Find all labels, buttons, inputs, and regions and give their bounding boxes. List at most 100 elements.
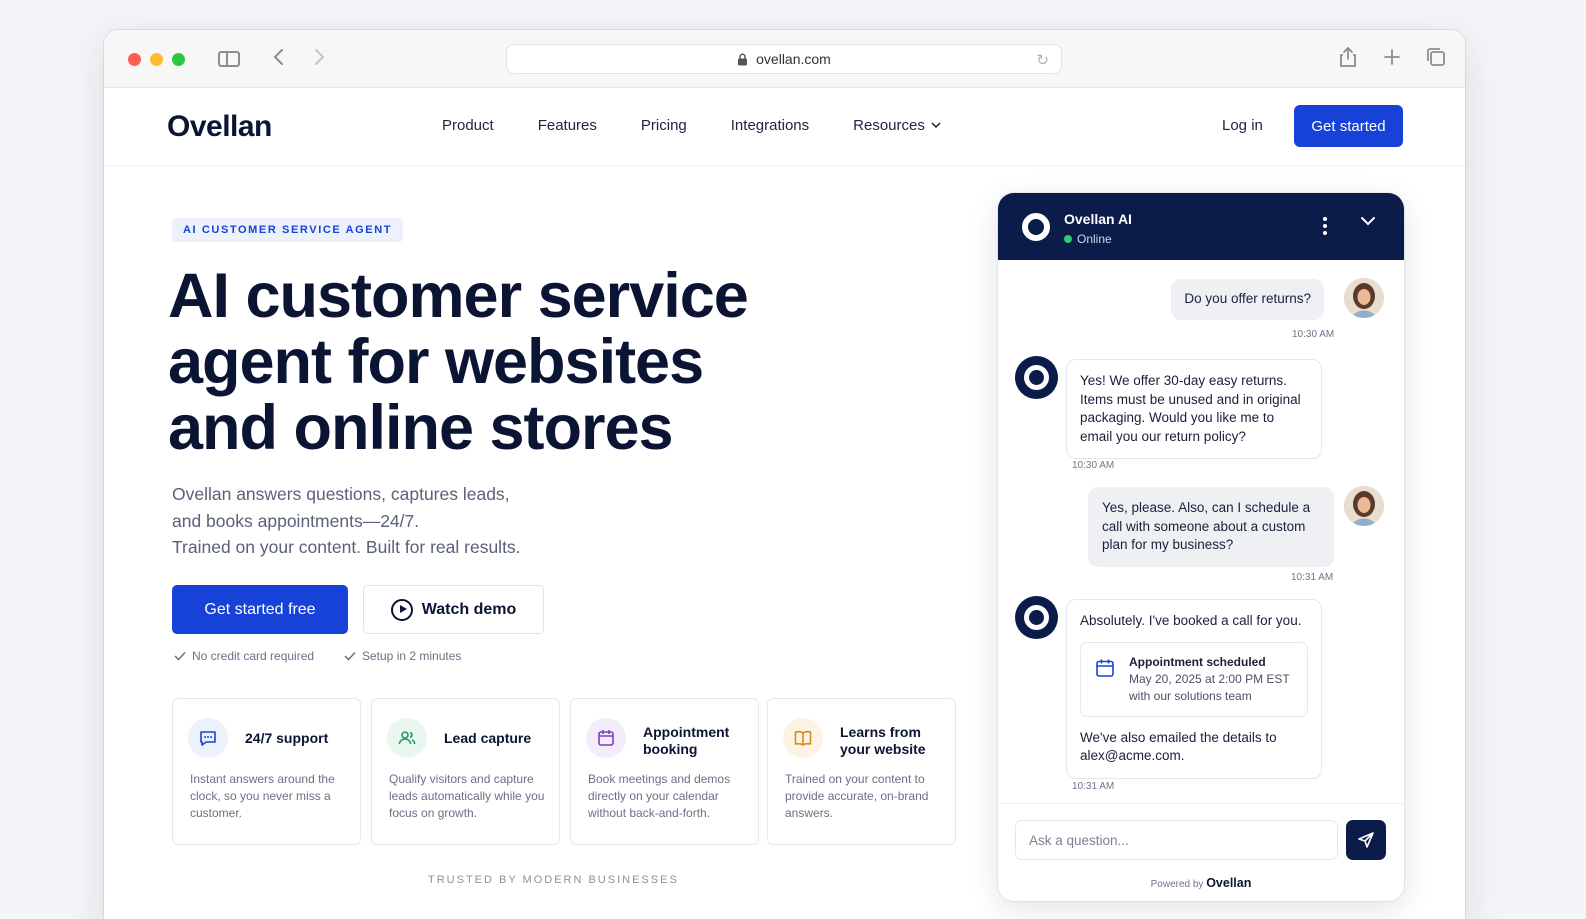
headline-line: agent for websites (168, 327, 704, 397)
message-timestamp: 10:31 AM (1291, 572, 1334, 583)
check-icon (344, 651, 356, 661)
get-started-button[interactable]: Get started (1294, 105, 1403, 147)
user-message: Yes, please. Also, can I schedule a call… (1088, 487, 1334, 567)
nav-label: Product (442, 117, 494, 134)
browser-toolbar: ovellan.com ↻ (104, 30, 1465, 88)
window-controls (128, 53, 185, 66)
maximize-window-button[interactable] (172, 53, 185, 66)
chat-bot-name: Ovellan AI (1064, 211, 1132, 227)
user-message: Do you offer returns? (1171, 279, 1324, 320)
calendar-icon (586, 718, 626, 758)
watch-demo-label: Watch demo (421, 600, 517, 618)
feature-description: Instant answers around the clock, so you… (190, 772, 335, 820)
chevron-down-icon[interactable] (1360, 215, 1376, 227)
close-window-button[interactable] (128, 53, 141, 66)
bot-followup-text: We've also emailed the details to alex@a… (1080, 729, 1277, 764)
online-indicator (1064, 235, 1072, 243)
message-timestamp: 10:31 AM (1072, 781, 1115, 792)
user-avatar (1344, 486, 1384, 526)
watch-demo-button[interactable]: Watch demo (363, 585, 544, 634)
back-icon[interactable] (272, 47, 286, 71)
feature-card-lead-capture: Lead capture Qualify visitors and captur… (371, 698, 560, 845)
forward-icon[interactable] (312, 47, 326, 71)
feature-title: Appointment booking (643, 724, 730, 757)
chat-composer: Powered by Ovellan (998, 803, 1404, 901)
share-icon[interactable] (1337, 46, 1359, 68)
feature-card-appointment: Appointment booking Book meetings and de… (570, 698, 759, 845)
feature-title: 24/7 support (245, 730, 329, 746)
nav-features[interactable]: Features (538, 117, 597, 134)
bot-message: Absolutely. I've booked a call for you. … (1066, 599, 1322, 779)
feature-description: Trained on your content to provide accur… (785, 772, 929, 820)
send-button[interactable] (1346, 820, 1386, 860)
nav-label: Integrations (730, 117, 810, 134)
nav-pricing[interactable]: Pricing (641, 117, 687, 134)
play-icon (390, 598, 413, 621)
powered-by-brand[interactable]: Ovellan (1206, 876, 1251, 890)
sidebar-icon[interactable] (218, 51, 240, 67)
subtext-line: Trained on your content. Built for real … (172, 537, 521, 557)
nav-label: Resources (853, 117, 925, 134)
chat-icon (188, 718, 228, 758)
get-started-free-button[interactable]: Get started free (172, 585, 348, 634)
headline-line: AI customer service (168, 261, 749, 331)
browser-window: ovellan.com ↻ Ovellan Product Features P… (104, 30, 1465, 919)
reassurance-text: Setup in 2 minutes (362, 649, 462, 663)
appointment-card[interactable]: Appointment scheduled May 20, 2025 at 2:… (1080, 641, 1308, 717)
feature-description: Book meetings and demos directly on your… (588, 772, 731, 820)
nav-label: Features (537, 117, 597, 134)
users-icon (387, 718, 427, 758)
browser-actions (1337, 46, 1447, 68)
feature-description: Qualify visitors and capture leads autom… (389, 772, 545, 820)
trusted-by-heading: TRUSTED BY MODERN BUSINESSES (428, 874, 679, 886)
powered-by-text: Powered by (1150, 879, 1204, 890)
feature-title: Lead capture (444, 730, 532, 746)
no-credit-card-note: No credit card required (174, 649, 314, 663)
hero-badge: AI CUSTOMER SERVICE AGENT (172, 218, 404, 242)
appointment-title: Appointment scheduled (1129, 654, 1266, 669)
nav-resources[interactable]: Resources (853, 117, 941, 134)
chat-widget: Ovellan AI Online Do you offer returns? … (998, 193, 1404, 901)
status-text: Online (1077, 232, 1112, 246)
nav-label: Pricing (640, 117, 687, 134)
feature-card-learns: Learns from your website Trained on your… (767, 698, 956, 845)
bot-avatar (1015, 356, 1058, 399)
book-icon (783, 718, 823, 758)
chat-header: Ovellan AI Online (998, 193, 1404, 260)
nav-product[interactable]: Product (442, 117, 494, 134)
bot-message: Yes! We offer 30-day easy returns. Items… (1066, 359, 1322, 459)
chat-input[interactable] (1015, 820, 1338, 860)
message-timestamp: 10:30 AM (1072, 460, 1115, 471)
new-tab-icon[interactable] (1381, 46, 1403, 68)
chat-status: Online (1064, 232, 1112, 246)
send-icon (1358, 832, 1374, 848)
bot-message-text: Absolutely. I've booked a call for you. (1080, 613, 1302, 628)
hero-headline: AI customer service agent for websites a… (168, 263, 808, 461)
bot-avatar (1015, 596, 1058, 639)
site-logo[interactable]: Ovellan (167, 110, 272, 144)
main-nav: Product Features Pricing Integrations Re… (442, 117, 941, 134)
url-text: ovellan.com (756, 51, 831, 67)
address-bar[interactable]: ovellan.com ↻ (506, 44, 1062, 74)
chevron-down-icon (931, 122, 941, 129)
login-link[interactable]: Log in (1222, 117, 1263, 134)
minimize-window-button[interactable] (150, 53, 163, 66)
more-options-icon[interactable] (1323, 217, 1327, 235)
appointment-with: with our solutions team (1129, 688, 1252, 703)
nav-integrations[interactable]: Integrations (731, 117, 809, 134)
feature-card-support: 24/7 support Instant answers around the … (172, 698, 361, 845)
reload-icon[interactable]: ↻ (1036, 51, 1049, 69)
feature-title: Learns from your website (840, 724, 926, 757)
check-icon (174, 651, 186, 661)
site-header: Ovellan Product Features Pricing Integra… (104, 88, 1465, 166)
lock-icon (738, 53, 748, 65)
calendar-icon (1096, 659, 1114, 677)
user-avatar (1344, 278, 1384, 318)
message-timestamp: 10:30 AM (1292, 329, 1335, 340)
subtext-line: Ovellan answers questions, captures lead… (172, 484, 510, 504)
appointment-time: May 20, 2025 at 2:00 PM EST (1129, 671, 1290, 686)
hero-subtext: Ovellan answers questions, captures lead… (172, 481, 592, 561)
subtext-line: and books appointments—24/7. (172, 510, 420, 531)
tabs-overview-icon[interactable] (1425, 46, 1447, 68)
setup-time-note: Setup in 2 minutes (344, 649, 461, 663)
